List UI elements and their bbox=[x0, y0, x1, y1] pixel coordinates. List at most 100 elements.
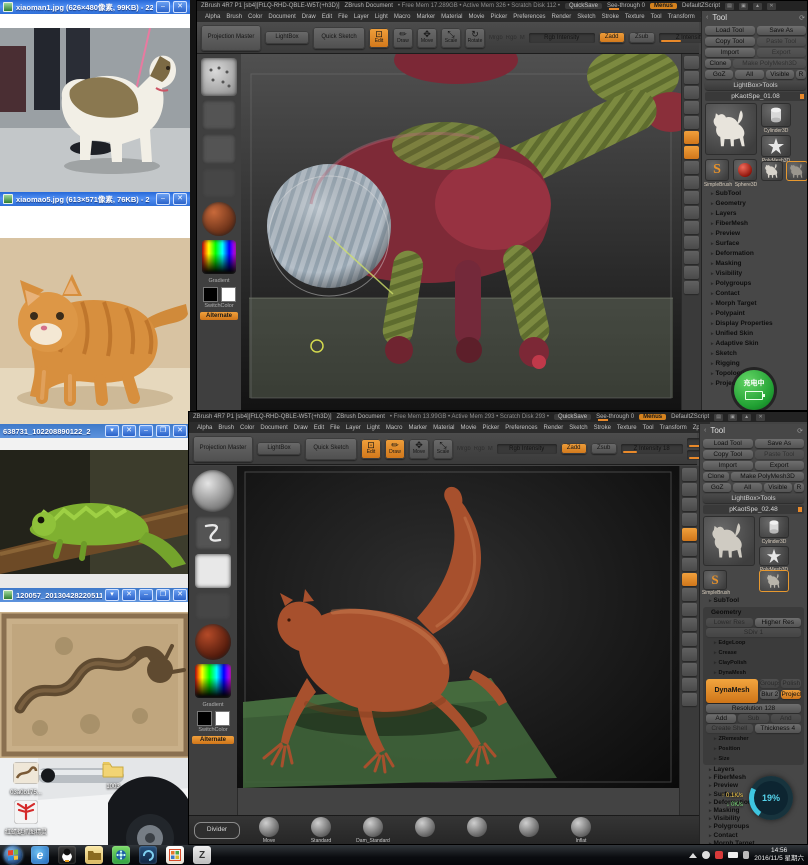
zbt-left-tray[interactable]: Gradient SwitchColor Alternate bbox=[197, 54, 242, 410]
goz-visible-button[interactable]: Visible bbox=[763, 483, 792, 492]
right-shelf-icon[interactable] bbox=[684, 221, 699, 234]
palette-section-header[interactable]: Polygroups bbox=[700, 823, 807, 831]
palette-section-header[interactable]: Contact bbox=[700, 832, 807, 840]
collapse-icon[interactable]: ▲ bbox=[742, 413, 752, 421]
size-header[interactable]: Size bbox=[705, 754, 802, 764]
menu-item[interactable]: Render bbox=[552, 14, 572, 20]
tool-thumbnails[interactable]: Cylinder3D PolyMesh3D S SimpleBrush bbox=[702, 516, 804, 596]
right-shelf-icon[interactable] bbox=[682, 693, 697, 706]
project-button[interactable]: Project bbox=[781, 690, 802, 699]
menu-item[interactable]: Movie bbox=[469, 14, 485, 20]
zbt-titlebar[interactable]: ZBrush 4R7 P1 [sb4][FtLQ-RHD-QBLE-W5T(+h… bbox=[197, 1, 807, 11]
zbb-menubar[interactable]: Alpha Brush Color Document Draw Edit File Layer… bbox=[189, 422, 710, 433]
projection-master-button[interactable]: Projection Master bbox=[201, 24, 261, 51]
right-shelf-icon[interactable] bbox=[682, 663, 697, 676]
layout-icon[interactable]: ▤ bbox=[714, 413, 724, 421]
right-shelf-icon[interactable] bbox=[684, 131, 699, 144]
close-button[interactable]: ✕ bbox=[173, 193, 187, 205]
zadd-button[interactable]: Zadd bbox=[598, 32, 625, 43]
collapse-icon[interactable]: ▲ bbox=[753, 2, 763, 10]
palette-section-header[interactable]: Visibility bbox=[702, 269, 807, 279]
minimize-button[interactable]: – bbox=[139, 425, 153, 437]
menu-item[interactable]: Picker bbox=[483, 425, 500, 431]
desktop[interactable]: 03a0b175... 红蜻蜓抓图精灵 1003 bbox=[0, 758, 190, 845]
menu-item[interactable]: Light bbox=[375, 14, 388, 20]
tray-expand-icon[interactable] bbox=[689, 852, 698, 858]
palette-section-header[interactable]: FiberMesh bbox=[700, 774, 807, 782]
right-shelf-icon[interactable] bbox=[682, 633, 697, 646]
palette-section-header[interactable]: Sketch bbox=[702, 349, 807, 359]
menus-toggle-button[interactable]: Menus bbox=[649, 3, 677, 9]
current-tool-name[interactable]: pKaotSpe_02.48 bbox=[703, 505, 804, 514]
viewer-window-dragon[interactable]: 120057_2013042822051155.. ▾ ✕ – ❐ ✕ bbox=[0, 588, 191, 758]
tray-security-icon[interactable] bbox=[715, 851, 724, 859]
edit-mode-button[interactable]: ⊡ Edit bbox=[369, 27, 389, 48]
palette-section-header[interactable]: Adaptive Skin bbox=[702, 339, 807, 349]
right-shelf-icon[interactable] bbox=[682, 573, 697, 586]
make-polymesh-button[interactable]: Make PolyMesh3D bbox=[733, 59, 806, 68]
right-shelf-icon[interactable] bbox=[682, 528, 697, 541]
menu-item[interactable]: Material bbox=[433, 425, 454, 431]
menus-toggle-button[interactable]: Menus bbox=[639, 414, 667, 420]
scale-mode-button[interactable]: ⤡ Scale bbox=[433, 438, 453, 459]
quicksketch-button[interactable]: Quick Sketch bbox=[313, 26, 365, 49]
brush-sphere-item[interactable]: Inflat bbox=[562, 816, 600, 844]
lightbox-button[interactable]: LightBox bbox=[265, 31, 309, 44]
palette-section-header[interactable]: Layers bbox=[700, 766, 807, 774]
minimize-button[interactable]: – bbox=[156, 1, 170, 13]
edgeloop-header[interactable]: EdgeLoop bbox=[705, 638, 802, 648]
close-icon[interactable]: ✕ bbox=[756, 413, 766, 421]
viewer-window-xiaoman1[interactable]: xiaoman1.jpg (626×480像素, 99KB) - 22.. – … bbox=[0, 0, 191, 192]
palette-section-header[interactable]: Morph Target bbox=[700, 840, 807, 844]
right-shelf-icon[interactable] bbox=[684, 56, 699, 69]
clone-button[interactable]: Clone bbox=[705, 59, 731, 68]
close-picture-button[interactable]: ✕ bbox=[122, 425, 136, 437]
menu-item[interactable]: Tool bbox=[651, 14, 662, 20]
quicksave-button[interactable]: QuickSave bbox=[564, 3, 602, 9]
palette-section-header[interactable]: Geometry bbox=[702, 199, 807, 209]
load-tool-button[interactable]: Load Tool bbox=[705, 26, 755, 35]
quicksketch-button[interactable]: Quick Sketch bbox=[305, 437, 357, 460]
palette-section-header[interactable]: Display Properties bbox=[702, 319, 807, 329]
palette-section-header[interactable]: SubTool bbox=[702, 189, 807, 199]
cat-tool1-thumb[interactable] bbox=[761, 161, 783, 181]
zbt-shelf[interactable]: Projection Master LightBox Quick Sketch … bbox=[197, 22, 807, 54]
menu-item[interactable]: Layer bbox=[354, 14, 369, 20]
menu-item[interactable]: Draw bbox=[302, 14, 316, 20]
menu-item[interactable]: Document bbox=[260, 425, 287, 431]
texture-thumb[interactable] bbox=[195, 592, 231, 620]
restore-button[interactable]: ❐ bbox=[156, 425, 170, 437]
zbb-bottom-strip[interactable]: Divider Move Standard Dam_Standard Infla… bbox=[189, 815, 701, 844]
brush-sphere-item[interactable]: Standard bbox=[302, 816, 340, 844]
minimize-button[interactable]: – bbox=[139, 589, 153, 601]
alternate-button[interactable]: Alternate bbox=[200, 312, 238, 320]
lightbox-tools-button[interactable]: LightBox>Tools bbox=[703, 494, 804, 503]
move-mode-button[interactable]: ✥ Move bbox=[417, 27, 437, 48]
close-button[interactable]: ✕ bbox=[173, 425, 187, 437]
and-button[interactable]: And bbox=[770, 714, 801, 723]
active-tool-thumb[interactable] bbox=[703, 516, 755, 566]
right-shelf-icon[interactable] bbox=[684, 236, 699, 249]
zbb-shelf[interactable]: Projection Master LightBox Quick Sketch … bbox=[189, 433, 807, 465]
taskbar-zbrush-icon[interactable]: Z bbox=[193, 846, 211, 864]
r-button[interactable]: R bbox=[795, 70, 806, 79]
r-button[interactable]: R bbox=[793, 483, 804, 492]
active-tool-thumb[interactable] bbox=[705, 103, 757, 155]
system-tray[interactable]: 14:56 2016/11/5 星期六 bbox=[689, 847, 808, 863]
palette-section-header[interactable]: Layers bbox=[702, 209, 807, 219]
draw-mode-button[interactable]: ✏ Draw bbox=[393, 27, 413, 48]
brush-sphere-item[interactable] bbox=[458, 816, 496, 844]
right-shelf-icon[interactable] bbox=[682, 543, 697, 556]
right-shelf-icon[interactable] bbox=[682, 618, 697, 631]
cat-tool2-thumb[interactable] bbox=[786, 161, 807, 181]
rgb-button[interactable]: Rgb bbox=[506, 35, 517, 41]
zsub-button[interactable]: Zsub bbox=[590, 443, 617, 454]
current-brush-thumb[interactable] bbox=[201, 58, 237, 96]
zbrush-window-top[interactable]: ZBrush 4R7 P1 [sb4][FtLQ-RHD-QBLE-W5T(+h… bbox=[196, 0, 808, 411]
taskbar-media-icon[interactable] bbox=[112, 846, 130, 864]
brush-sphere-item[interactable]: Dam_Standard bbox=[354, 816, 392, 844]
z-intensity-slider[interactable]: Z Intensity 18 bbox=[620, 443, 683, 454]
cylinder3d-thumb[interactable] bbox=[761, 103, 791, 127]
zbb-titlebar[interactable]: ZBrush 4R7 P1 [sb4][FtLQ-RHD-QBLE-W5T(+h… bbox=[189, 412, 807, 422]
taskbar-clock[interactable]: 14:56 2016/11/5 星期六 bbox=[754, 847, 804, 863]
